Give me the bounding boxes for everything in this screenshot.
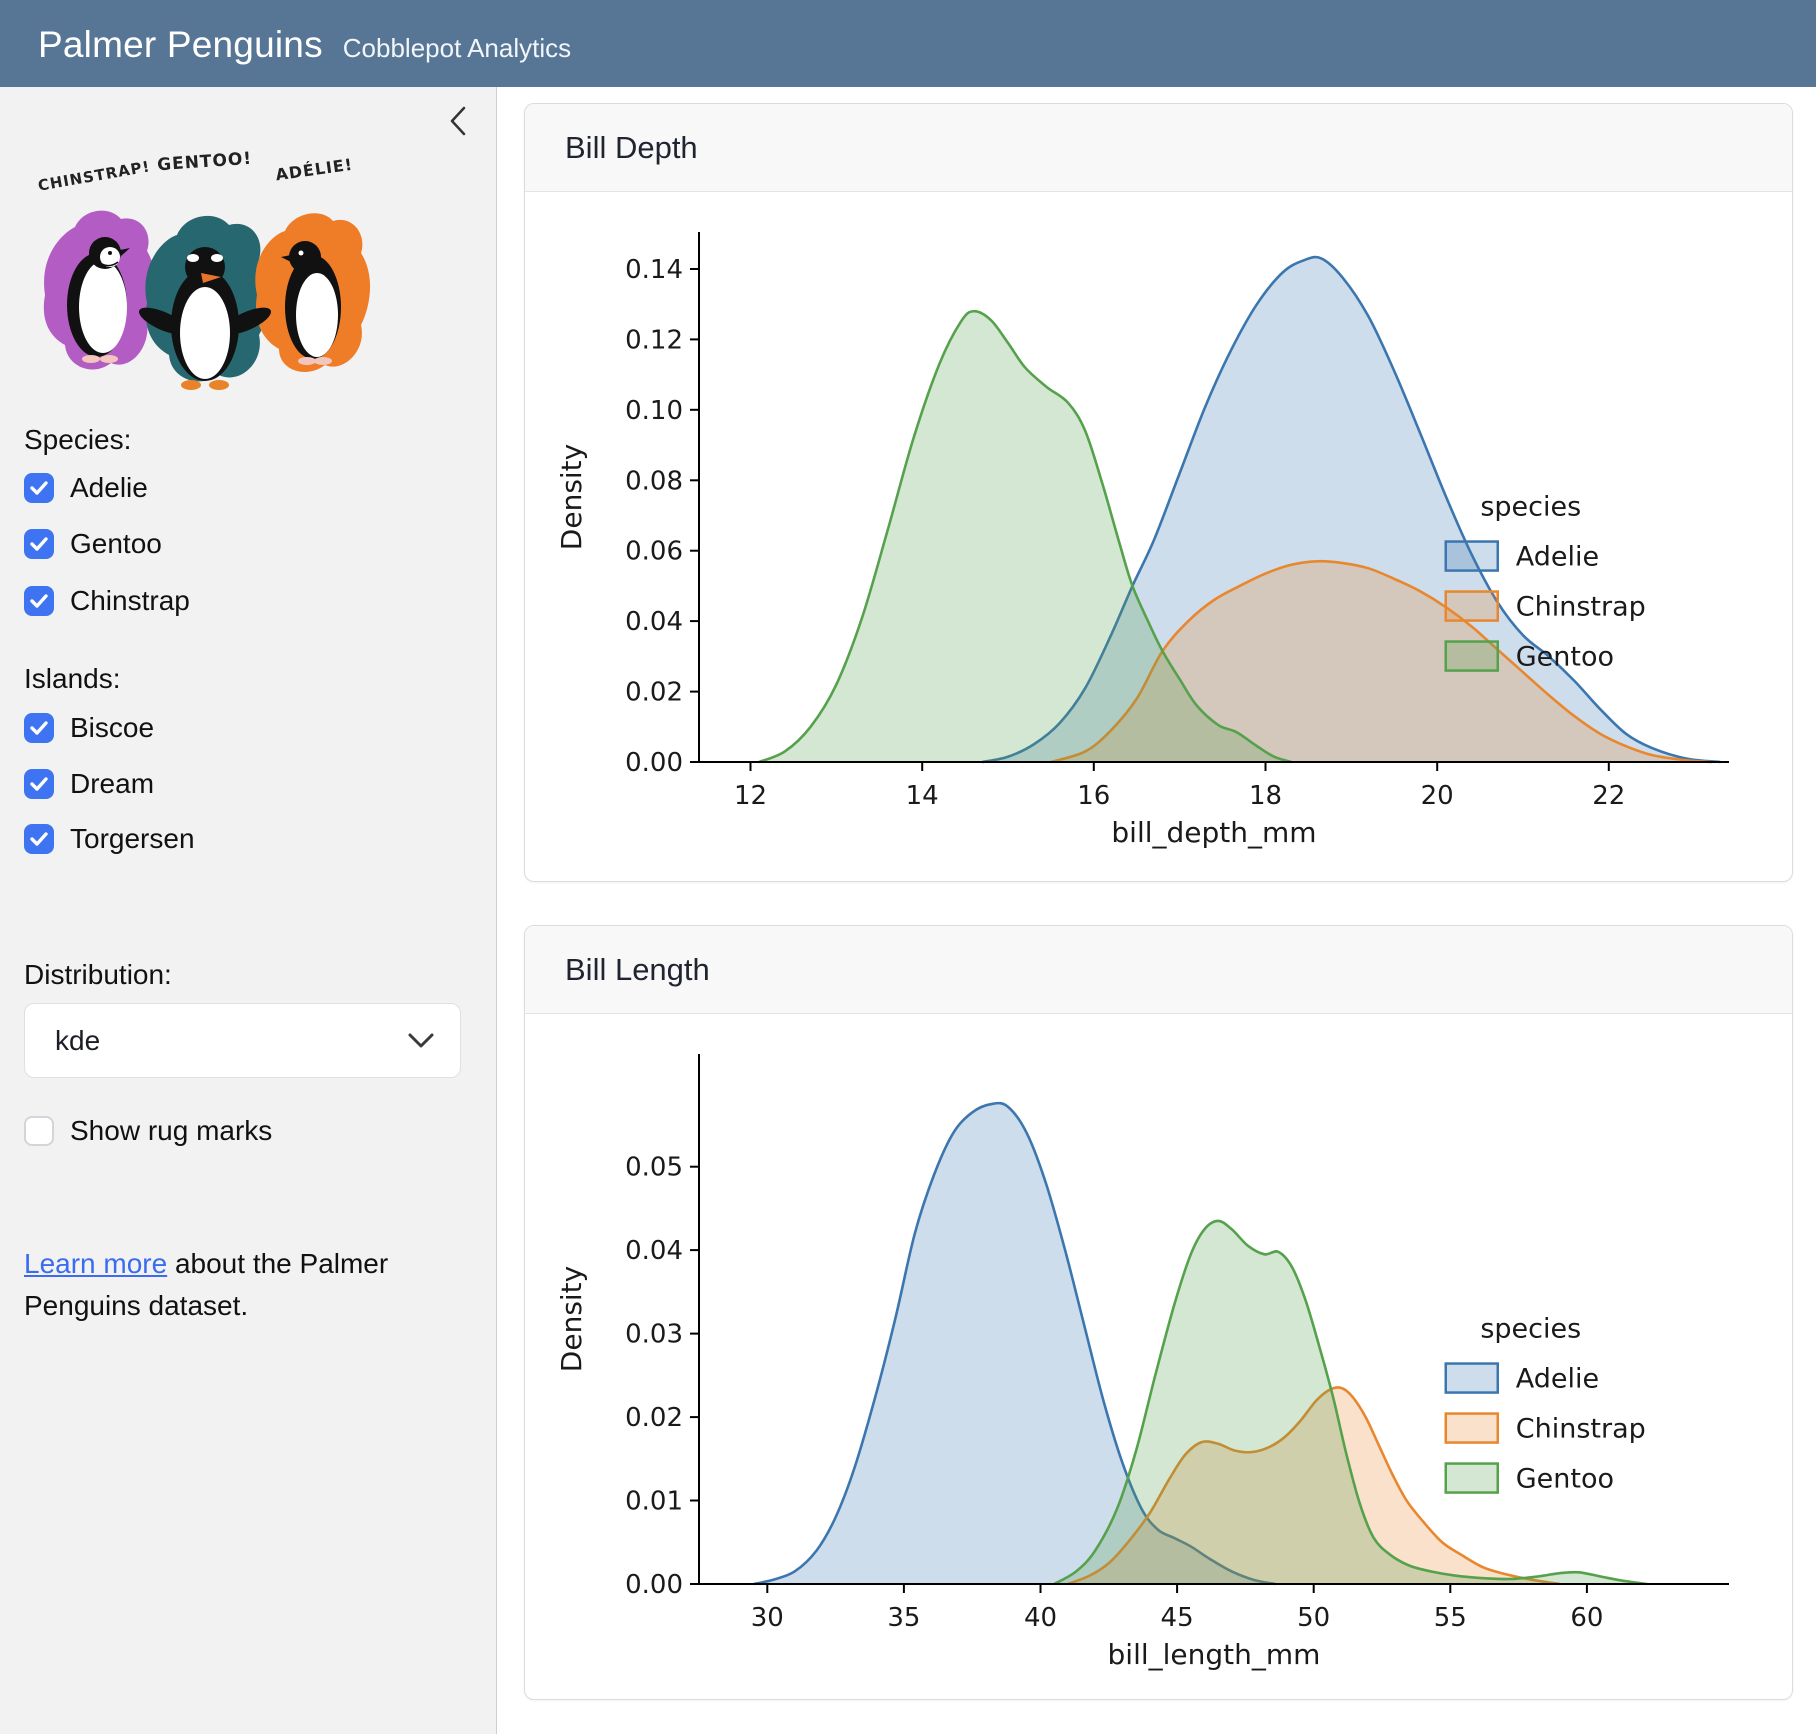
check-icon — [30, 721, 48, 735]
bill-depth-card-title: Bill Depth — [565, 130, 698, 166]
main-content: Bill Depth 12 14 16 18 20 22 0.00 0.02 0.04 0.06 0… — [498, 87, 1816, 1734]
svg-text:55: 55 — [1433, 1603, 1466, 1633]
checkbox-label: Chinstrap — [70, 585, 190, 617]
checkbox-label: Adelie — [70, 472, 148, 504]
svg-text:0.01: 0.01 — [625, 1487, 683, 1517]
checkbox-label: Biscoe — [70, 712, 154, 744]
bill-length-card: Bill Length 30 35 40 45 50 55 60 0.00 0.01 0.02 0.… — [524, 925, 1793, 1700]
svg-text:0.05: 0.05 — [625, 1153, 683, 1183]
bill-length-card-header: Bill Length — [525, 926, 1792, 1014]
svg-text:bill_length_mm: bill_length_mm — [1107, 1638, 1320, 1671]
learn-more-link[interactable]: Learn more — [24, 1248, 167, 1279]
check-icon — [30, 832, 48, 846]
svg-text:species: species — [1480, 492, 1581, 523]
checkbox-label: Gentoo — [70, 528, 162, 560]
svg-text:0.03: 0.03 — [625, 1320, 683, 1350]
svg-text:0.00: 0.00 — [625, 1570, 683, 1600]
checkbox-box — [24, 824, 54, 854]
checkbox-box — [24, 1116, 54, 1146]
svg-text:bill_depth_mm: bill_depth_mm — [1111, 816, 1316, 849]
species-group-label: Species: — [24, 424, 131, 456]
svg-text:Density: Density — [555, 1266, 588, 1372]
svg-text:35: 35 — [887, 1603, 920, 1633]
bill-length-card-body: 30 35 40 45 50 55 60 0.00 0.01 0.02 0.03 0.04 0.05 bi… — [525, 1036, 1792, 1700]
svg-text:Adelie: Adelie — [1515, 542, 1598, 573]
svg-text:30: 30 — [750, 1603, 783, 1633]
distribution-label: Distribution: — [24, 959, 172, 991]
checkbox-box — [24, 473, 54, 503]
svg-text:16: 16 — [1077, 781, 1110, 811]
bill-length-card-title: Bill Length — [565, 952, 710, 988]
bill-length-chart: 30 35 40 45 50 55 60 0.00 0.01 0.02 0.03 0.04 0.05 bi… — [539, 1036, 1779, 1676]
penguins-artwork-image: CHINSTRAP! GENTOO! ADÉLIE! — [25, 135, 375, 395]
checkbox-island-biscoe[interactable]: Biscoe — [24, 712, 154, 744]
check-icon — [30, 777, 48, 791]
checkbox-island-torgersen[interactable]: Torgersen — [24, 823, 195, 855]
check-icon — [30, 594, 48, 608]
check-icon — [30, 481, 48, 495]
app-title: Palmer Penguins — [38, 24, 323, 66]
svg-text:0.06: 0.06 — [625, 537, 683, 567]
bill-depth-card: Bill Depth 12 14 16 18 20 22 0.00 0.02 0.04 0.06 0… — [524, 103, 1793, 882]
svg-text:Chinstrap: Chinstrap — [1515, 592, 1645, 623]
svg-text:50: 50 — [1297, 1603, 1330, 1633]
svg-text:Gentoo: Gentoo — [1515, 642, 1613, 673]
bill-depth-card-header: Bill Depth — [525, 104, 1792, 192]
svg-text:22: 22 — [1592, 781, 1625, 811]
checkbox-box — [24, 713, 54, 743]
learn-more-text: Learn more about the Palmer Penguins dat… — [24, 1243, 454, 1327]
app-header: Palmer Penguins Cobblepot Analytics — [0, 0, 1816, 87]
svg-text:0.10: 0.10 — [625, 396, 683, 426]
svg-text:18: 18 — [1248, 781, 1281, 811]
svg-text:0.04: 0.04 — [625, 1236, 683, 1266]
svg-text:Chinstrap: Chinstrap — [1515, 1414, 1645, 1445]
app-subtitle: Cobblepot Analytics — [343, 33, 571, 64]
svg-text:14: 14 — [905, 781, 938, 811]
bill-depth-chart: 12 14 16 18 20 22 0.00 0.02 0.04 0.06 0.08 0.10 0.12… — [539, 214, 1779, 854]
svg-text:0.00: 0.00 — [625, 748, 683, 778]
svg-text:0.02: 0.02 — [625, 1403, 683, 1433]
checkbox-species-chinstrap[interactable]: Chinstrap — [24, 585, 190, 617]
checkbox-island-dream[interactable]: Dream — [24, 768, 154, 800]
checkbox-box — [24, 529, 54, 559]
svg-text:0.04: 0.04 — [625, 607, 683, 637]
islands-group-label: Islands: — [24, 663, 121, 695]
svg-text:45: 45 — [1160, 1603, 1193, 1633]
checkbox-box — [24, 769, 54, 799]
svg-text:20: 20 — [1420, 781, 1453, 811]
checkbox-species-adelie[interactable]: Adelie — [24, 472, 148, 504]
checkbox-show-rug-marks[interactable]: Show rug marks — [24, 1115, 272, 1147]
checkbox-species-gentoo[interactable]: Gentoo — [24, 528, 162, 560]
checkbox-box — [24, 586, 54, 616]
checkbox-label: Show rug marks — [70, 1115, 272, 1147]
svg-text:0.02: 0.02 — [625, 678, 683, 708]
bill-depth-card-body: 12 14 16 18 20 22 0.00 0.02 0.04 0.06 0.08 0.10 0.12… — [525, 214, 1792, 882]
svg-text:40: 40 — [1023, 1603, 1056, 1633]
check-icon — [30, 537, 48, 551]
svg-text:Density: Density — [555, 444, 588, 550]
distribution-select[interactable]: kde — [24, 1003, 461, 1078]
svg-text:0.14: 0.14 — [625, 255, 683, 285]
gentoo-artwork-label: GENTOO! — [157, 149, 253, 176]
chinstrap-artwork-label: CHINSTRAP! — [37, 157, 152, 194]
chevron-left-icon — [447, 105, 469, 137]
svg-text:60: 60 — [1570, 1603, 1603, 1633]
sidebar: CHINSTRAP! GENTOO! ADÉLIE! Species: Adel… — [0, 87, 497, 1734]
distribution-select-value: kde — [55, 1025, 408, 1057]
chevron-down-icon — [408, 1033, 434, 1049]
app-root: Palmer Penguins Cobblepot Analytics — [0, 0, 1816, 1734]
adelie-artwork-label: ADÉLIE! — [274, 155, 354, 185]
checkbox-label: Dream — [70, 768, 154, 800]
sidebar-collapse-button[interactable] — [438, 99, 478, 143]
app-header-titles: Palmer Penguins Cobblepot Analytics — [38, 0, 571, 87]
svg-text:Adelie: Adelie — [1515, 1364, 1598, 1395]
svg-text:0.12: 0.12 — [625, 325, 683, 355]
svg-text:Gentoo: Gentoo — [1515, 1464, 1613, 1495]
svg-text:12: 12 — [733, 781, 766, 811]
svg-text:species: species — [1480, 1314, 1581, 1345]
svg-text:0.08: 0.08 — [625, 466, 683, 496]
checkbox-label: Torgersen — [70, 823, 195, 855]
